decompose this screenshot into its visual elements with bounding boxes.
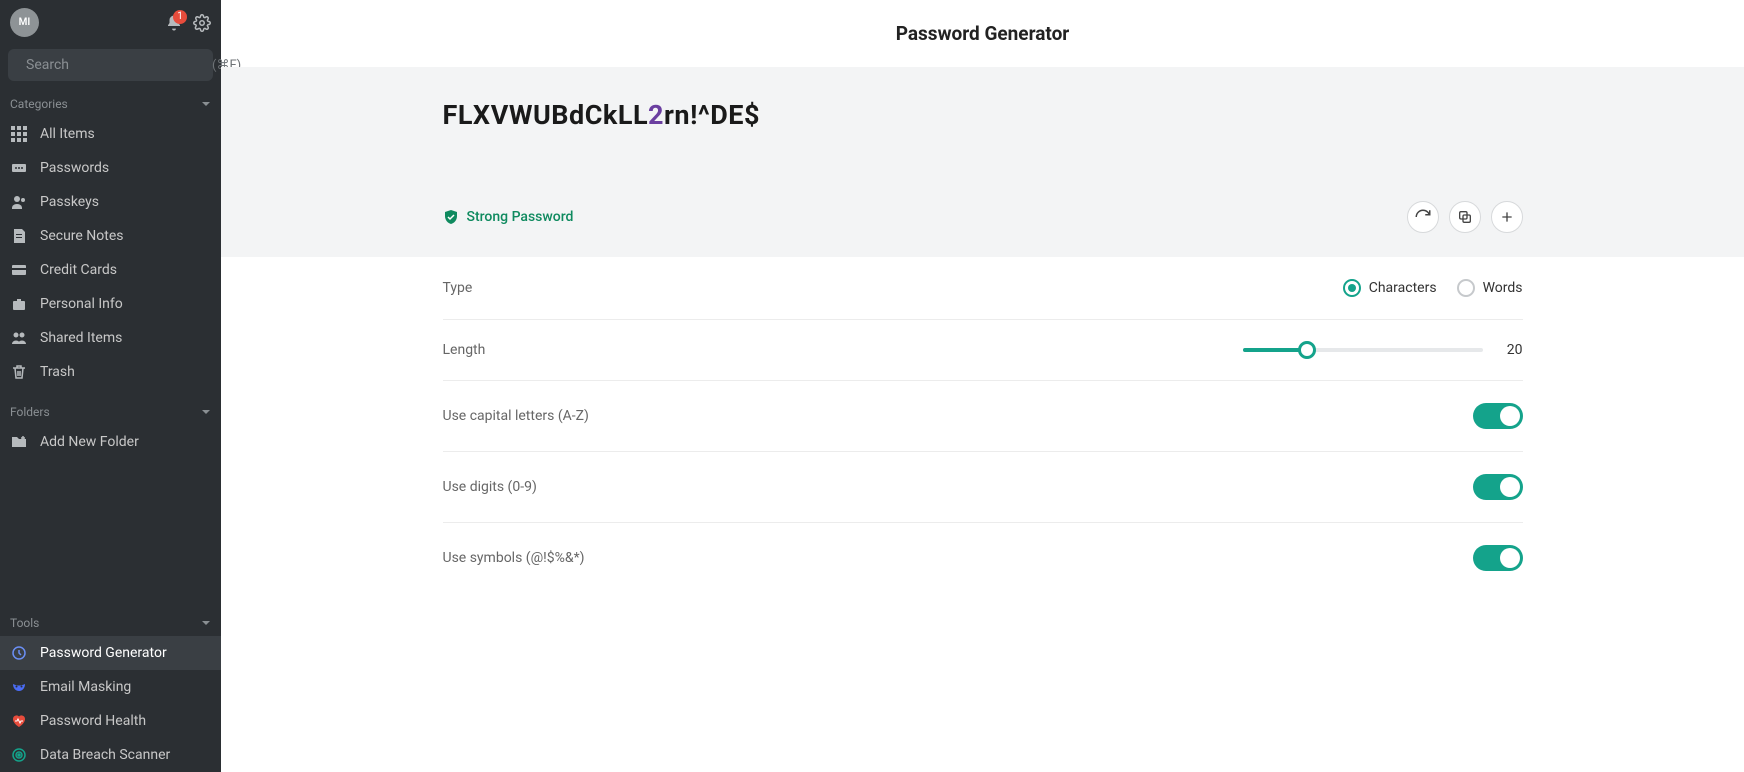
main-content: Password Generator FLXVWUBdCkLL2rn!^DE$ … [221, 0, 1744, 772]
sidebar-item-label: Password Generator [40, 645, 167, 661]
briefcase-icon [10, 295, 28, 313]
sidebar-item-label: Passwords [40, 160, 109, 176]
sidebar-item-label: Credit Cards [40, 262, 117, 278]
radar-icon [10, 746, 28, 764]
length-value: 20 [1503, 342, 1523, 358]
plus-icon [1499, 209, 1515, 225]
capitals-row: Use capital letters (A-Z) [443, 381, 1523, 452]
type-row: Type Characters Words [443, 257, 1523, 320]
type-label: Type [443, 280, 473, 296]
length-label: Length [443, 342, 486, 358]
chevron-down-icon [201, 618, 211, 628]
sidebar-item-secure-notes[interactable]: Secure Notes [0, 219, 221, 253]
search-field[interactable]: (⌘F) [8, 49, 213, 81]
gear-icon [193, 14, 211, 32]
sidebar-item-label: Trash [40, 364, 75, 380]
generated-password: FLXVWUBdCkLL2rn!^DE$ [443, 99, 1523, 131]
capitals-label: Use capital letters (A-Z) [443, 408, 589, 424]
note-icon [10, 227, 28, 245]
symbols-label: Use symbols (@!$%&*) [443, 550, 585, 566]
avatar[interactable]: MI [10, 8, 39, 37]
sidebar-item-passkeys[interactable]: Passkeys [0, 185, 221, 219]
slider-thumb[interactable] [1298, 341, 1316, 359]
sidebar-item-shared-items[interactable]: Shared Items [0, 321, 221, 355]
copy-button[interactable] [1449, 201, 1481, 233]
password-display-panel: FLXVWUBdCkLL2rn!^DE$ Strong Password [221, 67, 1744, 257]
folder-plus-icon [10, 433, 28, 451]
grid-icon [10, 125, 28, 143]
sidebar-item-label: Password Health [40, 713, 146, 729]
radio-dot-icon [1343, 279, 1361, 297]
symbols-row: Use symbols (@!$%&*) [443, 523, 1523, 593]
radio-words[interactable]: Words [1457, 279, 1523, 297]
notifications-button[interactable]: 1 [165, 14, 183, 32]
radio-label: Characters [1369, 280, 1437, 296]
tools-label: Tools [10, 616, 39, 630]
categories-header[interactable]: Categories [0, 91, 221, 117]
radio-label: Words [1483, 280, 1523, 296]
regenerate-button[interactable] [1407, 201, 1439, 233]
sidebar-item-label: Email Masking [40, 679, 131, 695]
sidebar-item-all-items[interactable]: All Items [0, 117, 221, 151]
sidebar-item-trash[interactable]: Trash [0, 355, 221, 389]
sidebar-item-label: Shared Items [40, 330, 122, 346]
sidebar-item-label: All Items [40, 126, 95, 142]
people-icon [10, 329, 28, 347]
mask-icon [10, 678, 28, 696]
notification-badge: 1 [173, 10, 187, 24]
sidebar-item-personal-info[interactable]: Personal Info [0, 287, 221, 321]
refresh-icon [1414, 208, 1432, 226]
sidebar: MI 1 (⌘F) Categories All Items Passwords… [0, 0, 221, 772]
add-folder-button[interactable]: Add New Folder [0, 425, 221, 459]
digits-row: Use digits (0-9) [443, 452, 1523, 523]
folders-label: Folders [10, 405, 50, 419]
sidebar-item-label: Data Breach Scanner [40, 747, 170, 763]
categories-label: Categories [10, 97, 68, 111]
toggle-capitals[interactable] [1473, 403, 1523, 429]
trash-icon [10, 363, 28, 381]
chevron-down-icon [201, 407, 211, 417]
sidebar-item-label: Secure Notes [40, 228, 124, 244]
page-title: Password Generator [221, 0, 1744, 67]
sidebar-item-label: Passkeys [40, 194, 99, 210]
add-button[interactable] [1491, 201, 1523, 233]
sidebar-header: MI 1 [0, 0, 221, 45]
password-strength: Strong Password [443, 209, 574, 225]
generator-icon [10, 644, 28, 662]
sidebar-item-credit-cards[interactable]: Credit Cards [0, 253, 221, 287]
radio-characters[interactable]: Characters [1343, 279, 1437, 297]
passkey-icon [10, 193, 28, 211]
copy-icon [1457, 209, 1473, 225]
toggle-symbols[interactable] [1473, 545, 1523, 571]
sidebar-item-passwords[interactable]: Passwords [0, 151, 221, 185]
sidebar-tool-password-health[interactable]: Password Health [0, 704, 221, 738]
sidebar-item-label: Add New Folder [40, 434, 139, 450]
sidebar-tool-password-generator[interactable]: Password Generator [0, 636, 221, 670]
search-input[interactable] [26, 57, 204, 73]
sidebar-item-label: Personal Info [40, 296, 123, 312]
password-icon [10, 159, 28, 177]
sidebar-tool-data-breach-scanner[interactable]: Data Breach Scanner [0, 738, 221, 772]
folders-header[interactable]: Folders [0, 399, 221, 425]
settings-button[interactable] [193, 14, 211, 32]
sidebar-tool-email-masking[interactable]: Email Masking [0, 670, 221, 704]
digits-label: Use digits (0-9) [443, 479, 537, 495]
shield-check-icon [443, 209, 459, 225]
card-icon [10, 261, 28, 279]
heart-pulse-icon [10, 712, 28, 730]
toggle-digits[interactable] [1473, 474, 1523, 500]
tools-header[interactable]: Tools [0, 610, 221, 636]
length-slider[interactable] [1243, 348, 1483, 352]
radio-dot-icon [1457, 279, 1475, 297]
strength-label: Strong Password [467, 209, 574, 225]
chevron-down-icon [201, 99, 211, 109]
generator-settings: Type Characters Words Length [423, 257, 1543, 593]
length-row: Length 20 [443, 320, 1523, 381]
